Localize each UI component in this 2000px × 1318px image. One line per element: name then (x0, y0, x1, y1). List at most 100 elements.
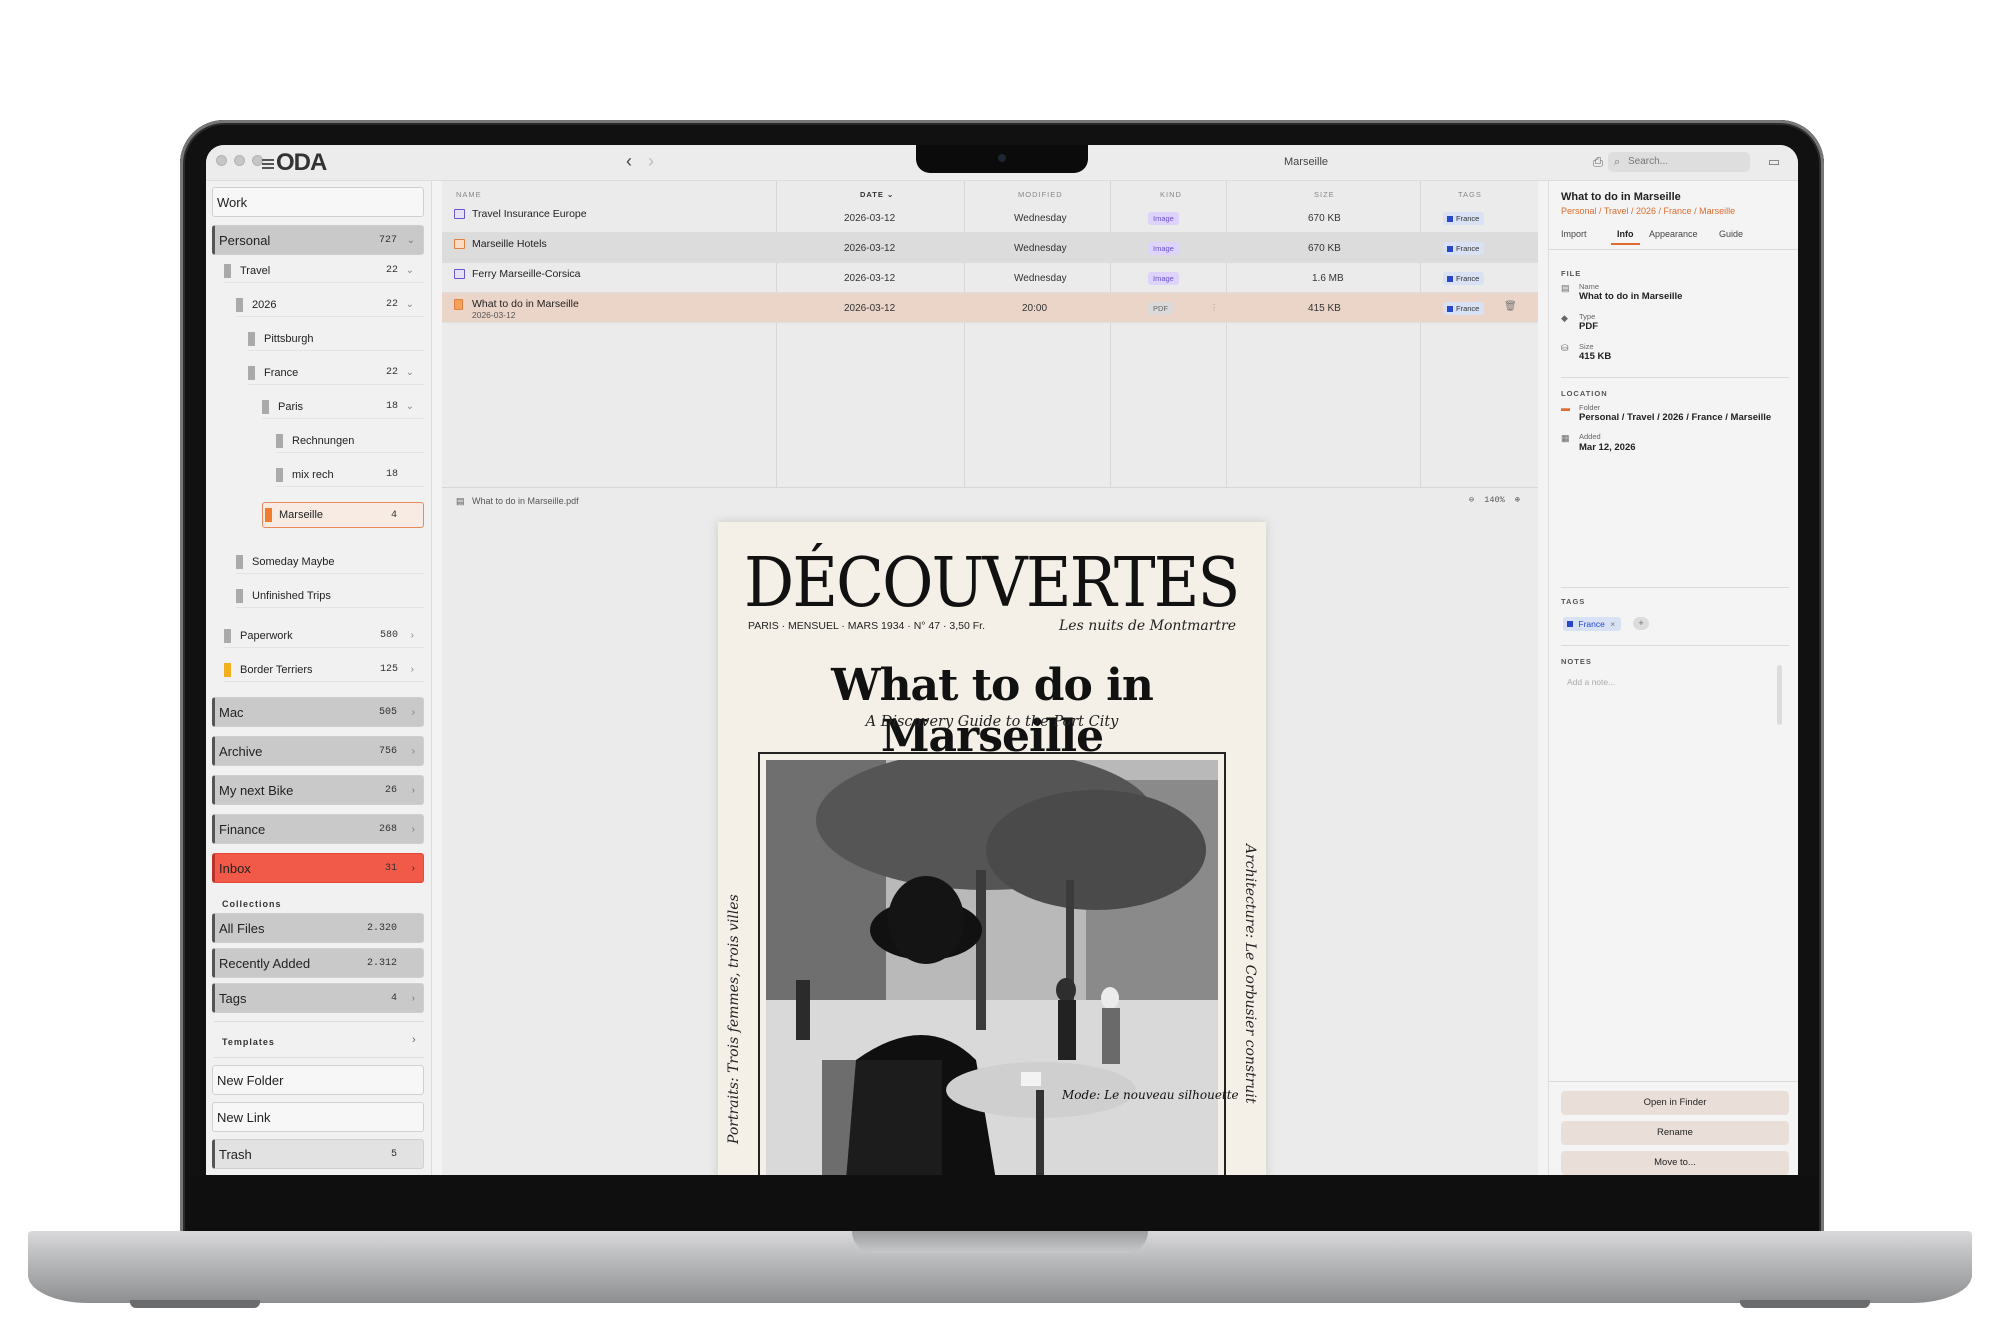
app-logo: ODA (276, 149, 327, 176)
sidebar-item-pittsburgh[interactable]: Pittsburgh (248, 327, 424, 351)
rename-button[interactable]: Rename (1561, 1121, 1789, 1145)
tag-chip[interactable]: France (1443, 302, 1485, 315)
pdf-page[interactable]: DÉCOUVERTES PARIS · MENSUEL · MARS 1934 … (718, 522, 1266, 1175)
search-input[interactable]: ⌕ Search... (1608, 152, 1750, 172)
minimize-window-button[interactable] (234, 155, 245, 166)
document-icon: ▤ (456, 496, 465, 506)
share-icon[interactable]: ⎙ (1590, 154, 1606, 170)
sidebar-item-border-terriers[interactable]: Border Terriers 125 › (224, 658, 424, 682)
open-in-finder-button[interactable]: Open in Finder (1561, 1091, 1789, 1115)
notes-input[interactable]: Add a note... (1567, 677, 1615, 687)
chevron-down-icon[interactable]: ⌄ (406, 299, 414, 310)
close-window-button[interactable] (216, 155, 227, 166)
column-header-name[interactable]: NAME (456, 190, 482, 199)
column-header-date[interactable]: DATE ⌄ (860, 190, 894, 199)
tag-chip[interactable]: France × (1563, 617, 1622, 631)
templates-chevron-icon[interactable]: › (412, 1034, 416, 1046)
tab-guide[interactable]: Guide (1719, 229, 1743, 239)
column-header-tags[interactable]: TAGS (1458, 190, 1482, 199)
item-count: 22 (385, 367, 398, 378)
tag-chip[interactable]: France (1443, 212, 1485, 225)
move-to-button[interactable]: Move to... (1561, 1151, 1789, 1175)
drag-handle-icon[interactable]: ⋮ (1210, 303, 1218, 312)
sidebar-item-inbox[interactable]: Inbox 31 › (212, 853, 424, 883)
tab-info[interactable]: Info (1611, 229, 1640, 245)
sidebar-item-travel[interactable]: Travel 22 ⌄ (224, 259, 424, 283)
file-row-selected[interactable]: What to do in Marseille 2026-03-12 2026-… (442, 293, 1538, 323)
zoom-out-icon[interactable]: ⊖ (1469, 495, 1474, 505)
sidebar-item-rechnungen[interactable]: Rechnungen (276, 429, 424, 453)
divider (214, 1057, 424, 1058)
inspector-panel: What to do in Marseille Personal / Trave… (1548, 181, 1798, 1175)
notes-scrollbar[interactable] (1777, 665, 1782, 725)
chevron-right-icon[interactable]: › (412, 993, 415, 1004)
sidebar-item-france[interactable]: France 22 ⌄ (248, 361, 424, 385)
tab-import[interactable]: Import (1561, 229, 1587, 239)
chevron-right-icon[interactable]: › (411, 630, 414, 641)
chevron-right-icon[interactable]: › (412, 824, 415, 835)
chevron-down-icon[interactable]: ⌄ (407, 235, 415, 246)
sidebar-item-mac[interactable]: Mac 505 › (212, 697, 424, 727)
column-header-modified[interactable]: MODIFIED (1018, 190, 1063, 199)
sidebar-item-paris[interactable]: Paris 18 ⌄ (262, 395, 424, 419)
chevron-down-icon[interactable]: ⌄ (406, 367, 414, 378)
sidebar-item-work[interactable]: Work (212, 187, 424, 217)
remove-tag-icon[interactable]: × (1610, 619, 1615, 629)
sidebar-item-personal[interactable]: Personal 727 ⌄ (212, 225, 424, 255)
inspector-path[interactable]: Personal / Travel / 2026 / France / Mars… (1561, 206, 1735, 216)
kind-badge: PDF (1148, 302, 1173, 315)
sidebar-item-label: All Files (219, 920, 265, 936)
chevron-down-icon[interactable]: ⌄ (406, 401, 414, 412)
sidebar-item-someday-maybe[interactable]: Someday Maybe (236, 550, 424, 574)
sidebar-item-marseille[interactable]: Marseille 4 (262, 502, 424, 528)
sidebar: Work Personal 727 ⌄ Travel 22 ⌄ 2026 22 … (206, 181, 432, 1175)
sidebar-item-my-next-bike[interactable]: My next Bike 26 › (212, 775, 424, 805)
sidebar-item-mix-rech[interactable]: mix rech 18 (276, 463, 424, 487)
toggle-inspector-icon[interactable]: ▭ (1766, 154, 1782, 170)
divider (1549, 1081, 1798, 1082)
file-row[interactable]: Marseille Hotels 2026-03-12 Wednesday Im… (442, 233, 1538, 263)
file-row[interactable]: Travel Insurance Europe 2026-03-12 Wedne… (442, 203, 1538, 233)
chevron-right-icon[interactable]: › (412, 863, 415, 874)
sidebar-item-archive[interactable]: Archive 756 › (212, 736, 424, 766)
sidebar-item-unfinished-trips[interactable]: Unfinished Trips (236, 584, 424, 608)
tag-chip[interactable]: France (1443, 272, 1485, 285)
tag-label: France (1456, 304, 1480, 313)
sidebar-item-finance[interactable]: Finance 268 › (212, 814, 424, 844)
tag-chip[interactable]: France (1443, 242, 1485, 255)
sidebar-item-paperwork[interactable]: Paperwork 580 › (224, 624, 424, 648)
forward-arrow-icon[interactable]: › (648, 151, 654, 172)
collection-tags[interactable]: Tags 4 › (212, 983, 424, 1013)
sidebar-item-trash[interactable]: Trash 5 (212, 1139, 424, 1169)
back-arrow-icon[interactable]: ‹ (626, 151, 632, 172)
sidebar-item-2026[interactable]: 2026 22 ⌄ (236, 293, 424, 317)
collection-all-files[interactable]: All Files 2.320 (212, 913, 424, 943)
chevron-right-icon[interactable]: › (412, 707, 415, 718)
item-count: 22 (385, 299, 398, 310)
add-tag-button[interactable]: + (1633, 617, 1649, 630)
zoom-in-icon[interactable]: ⊕ (1515, 495, 1520, 505)
column-header-size[interactable]: SIZE (1314, 190, 1335, 199)
chevron-right-icon[interactable]: › (411, 664, 414, 675)
column-header-kind[interactable]: KIND (1160, 190, 1182, 199)
file-size: 1.6 MB (1312, 273, 1344, 284)
item-count: 4 (390, 992, 397, 1004)
file-row[interactable]: Ferry Marseille-Corsica 2026-03-12 Wedne… (442, 263, 1538, 293)
templates-label[interactable]: Templates (222, 1037, 275, 1047)
new-link-button[interactable]: New Link (212, 1102, 424, 1132)
kind-badge: Image (1148, 212, 1179, 225)
chevron-down-icon[interactable]: ⌄ (406, 265, 414, 276)
magazine-masthead: DÉCOUVERTES (744, 544, 1240, 623)
sidebar-item-label: Unfinished Trips (252, 589, 331, 602)
trash-icon[interactable]: 🗑 (1504, 301, 1517, 312)
sidebar-item-label: Inbox (219, 860, 251, 876)
collection-recently-added[interactable]: Recently Added 2.312 (212, 948, 424, 978)
tab-appearance[interactable]: Appearance (1649, 229, 1698, 239)
chevron-right-icon[interactable]: › (412, 785, 415, 796)
folder-value[interactable]: Personal / Travel / 2026 / France / Mars… (1579, 412, 1771, 423)
sidebar-item-label: Work (217, 194, 248, 210)
file-date: 2026-03-12 (844, 243, 896, 254)
chevron-right-icon[interactable]: › (412, 746, 415, 757)
new-folder-button[interactable]: New Folder (212, 1065, 424, 1095)
sidebar-item-label: Recently Added (219, 955, 311, 971)
